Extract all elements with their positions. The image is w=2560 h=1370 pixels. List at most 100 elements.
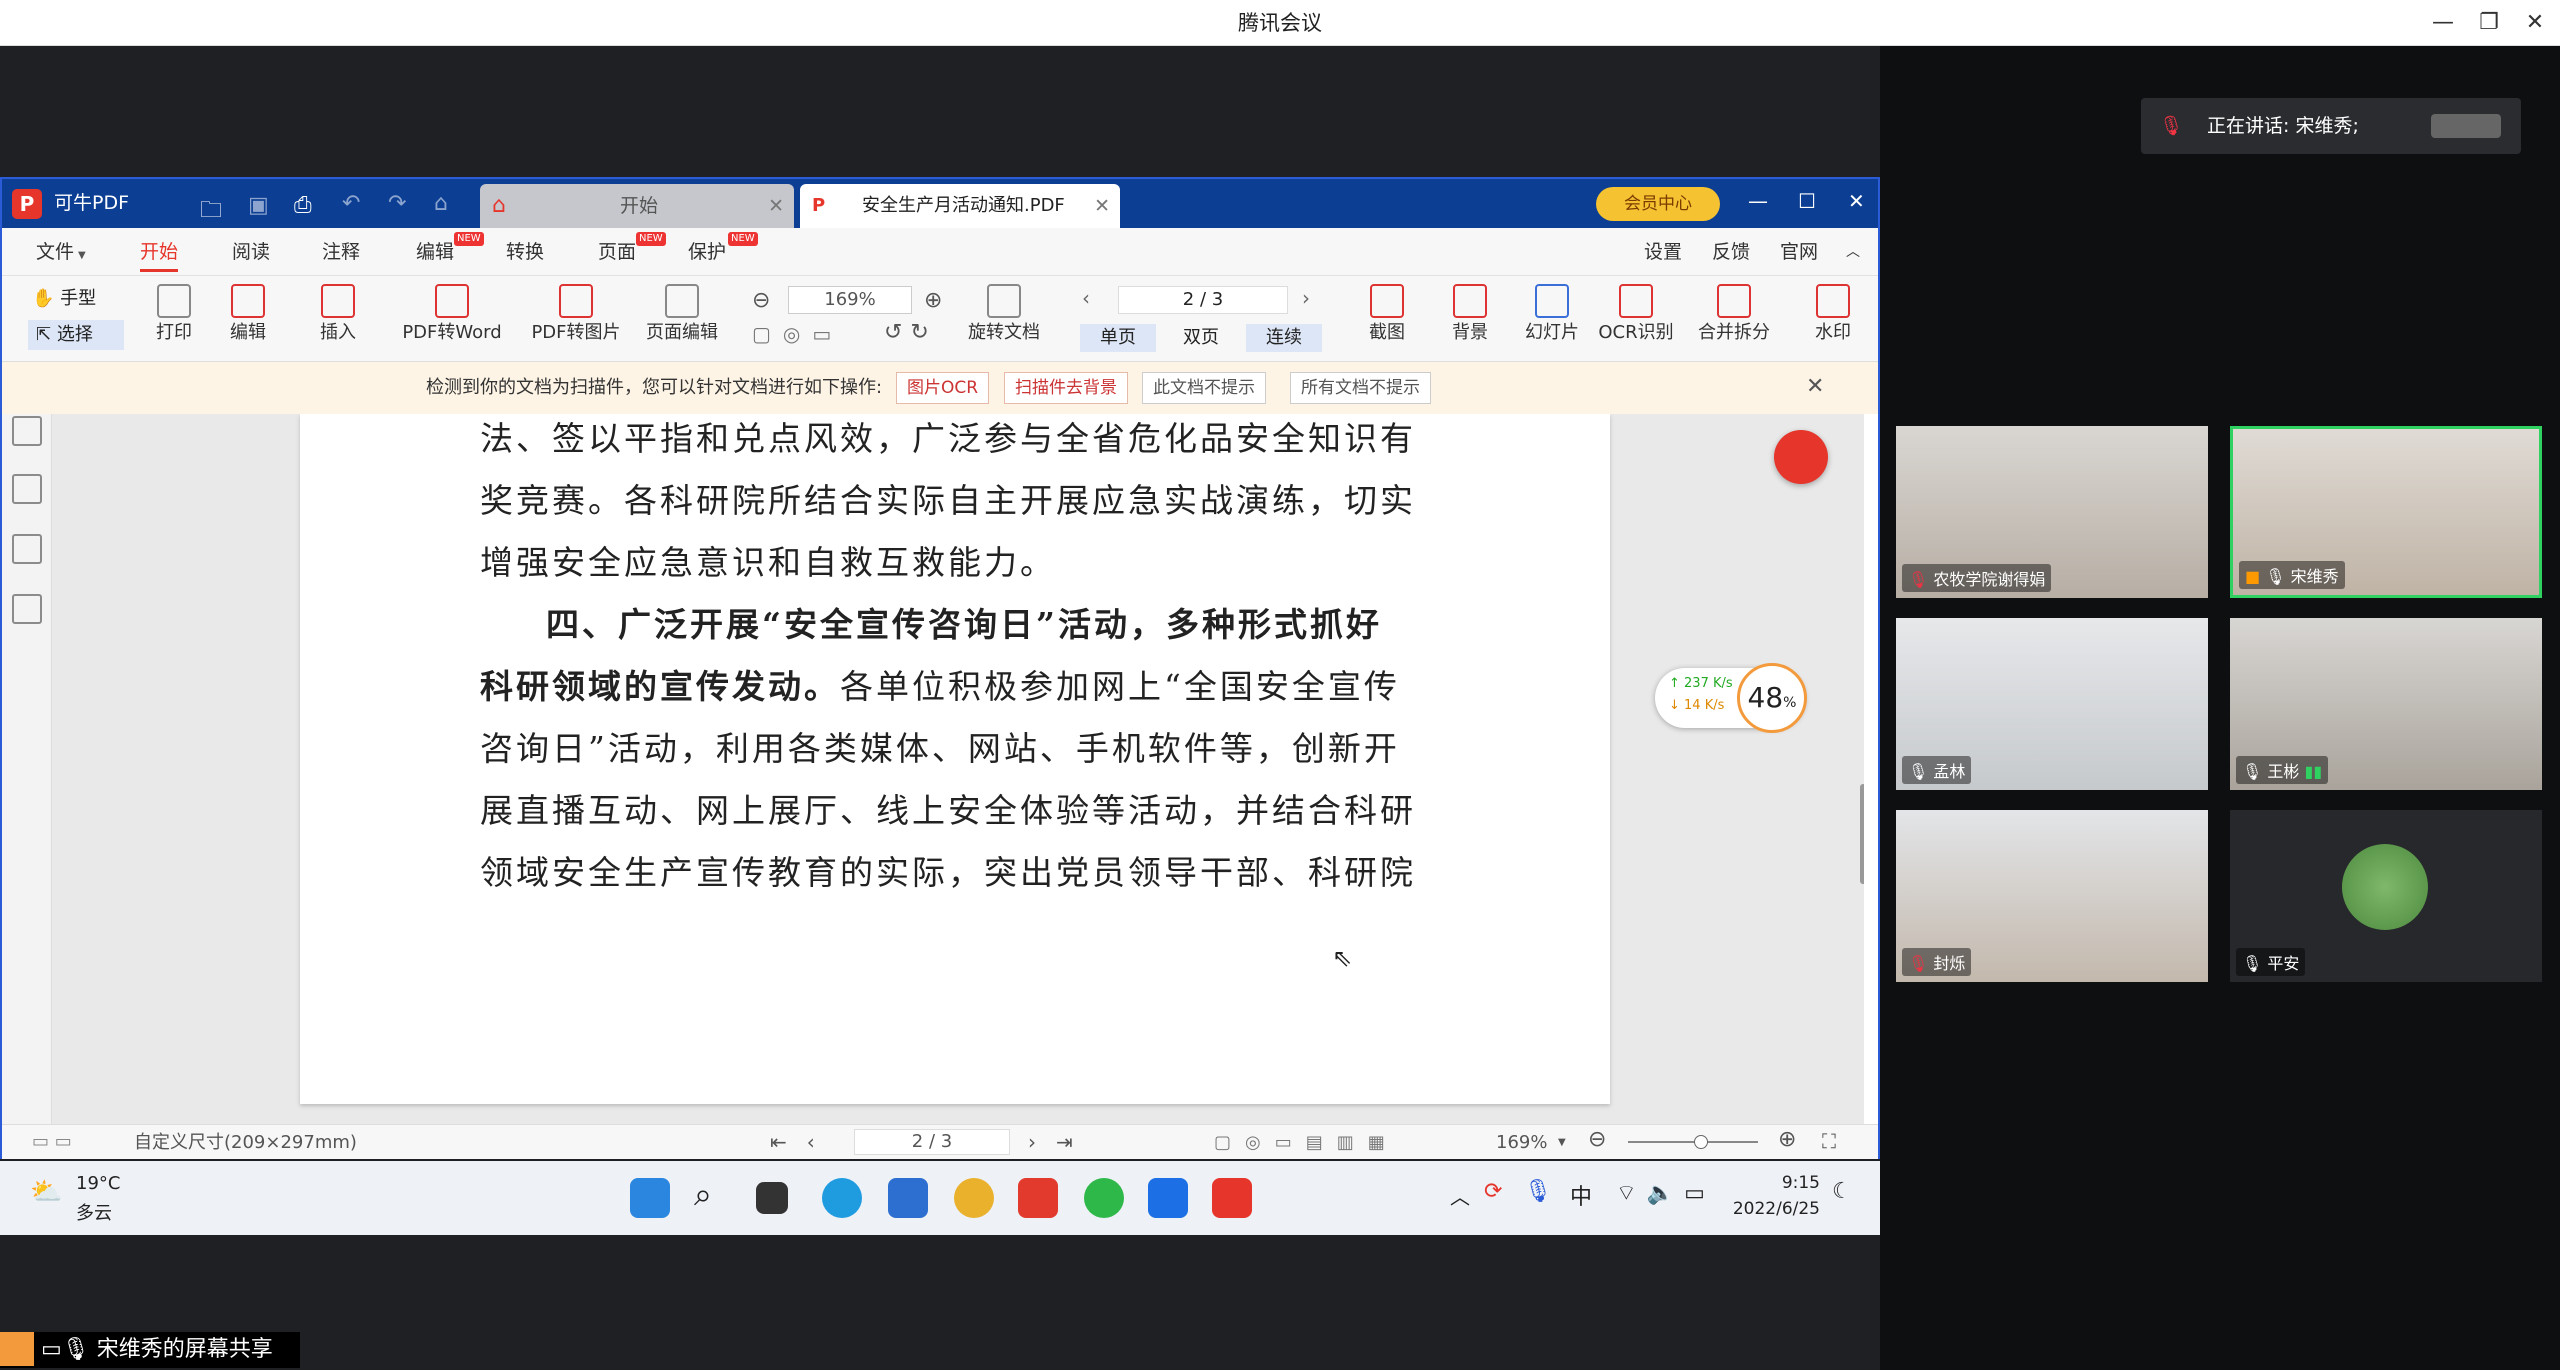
tab-document[interactable]: P 安全生产月活动通知.PDF ✕	[800, 184, 1120, 228]
zoom-input[interactable]: 169%	[788, 286, 912, 314]
microphone-icon[interactable]: 🎙	[1524, 1179, 1552, 1204]
menu-file[interactable]: 文件	[36, 228, 74, 276]
undo-icon[interactable]: ↶	[342, 191, 360, 216]
edge-icon[interactable]	[822, 1178, 862, 1218]
ime-indicator[interactable]: 中	[1570, 1179, 1592, 1211]
continuous-button[interactable]: 连续	[1246, 324, 1322, 352]
close-icon[interactable]: ✕	[2512, 0, 2558, 46]
video-tile[interactable]: 🎙 平安	[2230, 810, 2542, 982]
home-icon[interactable]: ⌂	[434, 191, 448, 216]
print-icon[interactable]: ⎙	[294, 193, 312, 218]
single-page-button[interactable]: 单页	[1080, 324, 1156, 352]
status-page-input[interactable]: 2 / 3	[854, 1129, 1010, 1155]
restore-icon[interactable]: ❐	[2466, 0, 2512, 46]
video-tile[interactable]: 🎙 孟林	[1896, 618, 2208, 790]
rotate-doc-button[interactable]: 旋转文档	[968, 276, 1040, 362]
redo-icon[interactable]: ↷	[388, 191, 406, 216]
remove-background-button[interactable]: 扫描件去背景	[1004, 372, 1128, 404]
status-zoom[interactable]: 169%	[1496, 1125, 1547, 1160]
pdf-to-word-button[interactable]: PDF转Word	[394, 276, 510, 362]
menu-annotate[interactable]: 注释	[322, 228, 360, 276]
fit-page-icons[interactable]: ▢◎▭	[752, 322, 843, 346]
first-prev-page-icons[interactable]: ⇤‹	[770, 1125, 835, 1160]
minimize-icon[interactable]: —	[1748, 189, 1768, 213]
menu-website[interactable]: 官网	[1780, 228, 1818, 276]
floating-tool-icon[interactable]	[1774, 430, 1828, 484]
zoom-in-icon[interactable]: ⊕	[1778, 1127, 1796, 1152]
video-tile[interactable]: 🎙 王彬 ▮▮	[2230, 618, 2542, 790]
close-icon[interactable]: ✕	[1848, 189, 1865, 213]
select-tool[interactable]: ⇱ 选择	[28, 320, 124, 350]
menu-settings[interactable]: 设置	[1644, 228, 1682, 276]
prev-page-icon[interactable]: ‹	[1082, 286, 1090, 310]
focus-moon-icon[interactable]: ☾	[1832, 1179, 1852, 1204]
collapse-ribbon-icon[interactable]: ︿	[1846, 228, 1860, 276]
document-viewport[interactable]: 法、签以平指和兑点风效，广泛参与全省危化品安全知识有 奖竞赛。各科研院所结合实际…	[52, 414, 1864, 1124]
menu-read[interactable]: 阅读	[232, 228, 270, 276]
zoom-out-icon[interactable]: ⊖	[1588, 1127, 1606, 1152]
annotations-icon[interactable]	[12, 534, 42, 564]
merge-split-button[interactable]: 合并拆分	[1696, 276, 1772, 362]
tray-overflow-icon[interactable]: ︿	[1450, 1181, 1470, 1210]
hand-tool[interactable]: ✋ 手型	[32, 284, 96, 314]
network-speed-widget[interactable]: ↑ 237 K/s ↓ 14 K/s 48%	[1655, 663, 1807, 733]
print-button[interactable]: 打印	[148, 276, 200, 362]
next-page-icon[interactable]: ›	[1302, 286, 1310, 310]
close-tab-icon[interactable]: ✕	[1094, 184, 1110, 228]
next-last-page-icons[interactable]: ›⇥	[1028, 1125, 1093, 1160]
menu-protect[interactable]: 保护	[688, 228, 726, 276]
page-edit-button[interactable]: 页面编辑	[642, 276, 722, 362]
view-mode-icons[interactable]: ▢◎▭▤▥▦	[1214, 1125, 1399, 1160]
dont-remind-all-button[interactable]: 所有文档不提示	[1290, 372, 1431, 404]
pdf-app-taskbar-icon[interactable]	[1212, 1178, 1252, 1218]
fullscreen-icon[interactable]: ⛶	[1822, 1129, 1836, 1153]
close-tab-icon[interactable]: ✕	[768, 184, 784, 228]
save-icon[interactable]: ▣	[248, 193, 269, 218]
chrome-icon[interactable]	[954, 1178, 994, 1218]
start-icon[interactable]	[630, 1178, 670, 1218]
open-folder-icon[interactable]: 🗀	[200, 193, 222, 231]
edit-button[interactable]: 编辑	[222, 276, 274, 362]
ocr-button[interactable]: OCR识别	[1598, 276, 1674, 362]
minimize-icon[interactable]: —	[2420, 0, 2466, 46]
menu-convert[interactable]: 转换	[506, 228, 544, 276]
background-button[interactable]: 背景	[1442, 276, 1498, 362]
sync-icon[interactable]: ⟳	[1484, 1179, 1502, 1204]
zoom-slider[interactable]	[1628, 1141, 1758, 1143]
wifi-volume-battery-icons[interactable]: ⌔🔈▭	[1616, 1179, 1715, 1207]
wechat-icon[interactable]	[1084, 1178, 1124, 1218]
video-tile[interactable]: 🎙 封烁	[1896, 810, 2208, 982]
double-page-button[interactable]: 双页	[1166, 324, 1236, 352]
page-view-icons[interactable]: ▭ ▭	[32, 1131, 72, 1152]
zoom-in-icon[interactable]: ⊕	[924, 288, 942, 313]
close-notice-icon[interactable]: ✕	[1806, 374, 1824, 399]
dont-remind-doc-button[interactable]: 此文档不提示	[1142, 372, 1266, 404]
mail-icon[interactable]	[888, 1178, 928, 1218]
search-icon[interactable]	[12, 594, 42, 624]
slides-button[interactable]: 幻灯片	[1524, 276, 1580, 362]
rotate-icons[interactable]: ↺↻	[884, 320, 937, 345]
outline-icon[interactable]	[12, 416, 42, 446]
zoom-out-icon[interactable]: ⊖	[752, 288, 770, 313]
tencent-meeting-icon[interactable]	[1148, 1178, 1188, 1218]
vip-center-button[interactable]: 会员中心	[1596, 187, 1720, 221]
video-tile[interactable]: 🎙 农牧学院谢得娟	[1896, 426, 2208, 598]
watermark-button[interactable]: 水印	[1810, 276, 1856, 362]
menu-edit[interactable]: 编辑	[416, 228, 454, 276]
search-icon[interactable]: ⌕	[694, 1175, 712, 1214]
image-ocr-button[interactable]: 图片OCR	[896, 372, 990, 404]
menu-home[interactable]: 开始	[140, 228, 179, 272]
insert-button[interactable]: 插入	[308, 276, 368, 362]
maximize-icon[interactable]: ☐	[1798, 189, 1816, 213]
wps-icon[interactable]	[1018, 1178, 1058, 1218]
pdf-to-image-button[interactable]: PDF转图片	[526, 276, 626, 362]
video-tile-active[interactable]: ■ 🎙 宋维秀	[2230, 426, 2542, 598]
zoom-slider-thumb[interactable]	[1694, 1135, 1708, 1149]
menu-page[interactable]: 页面	[598, 228, 636, 276]
screenshot-button[interactable]: 截图	[1364, 276, 1410, 362]
task-view-icon[interactable]	[756, 1182, 788, 1214]
tab-home[interactable]: ⌂ 开始 ✕	[480, 184, 794, 228]
menu-feedback[interactable]: 反馈	[1712, 228, 1750, 276]
thumbnails-icon[interactable]	[12, 474, 42, 504]
scrollbar-thumb[interactable]	[1860, 784, 1864, 884]
